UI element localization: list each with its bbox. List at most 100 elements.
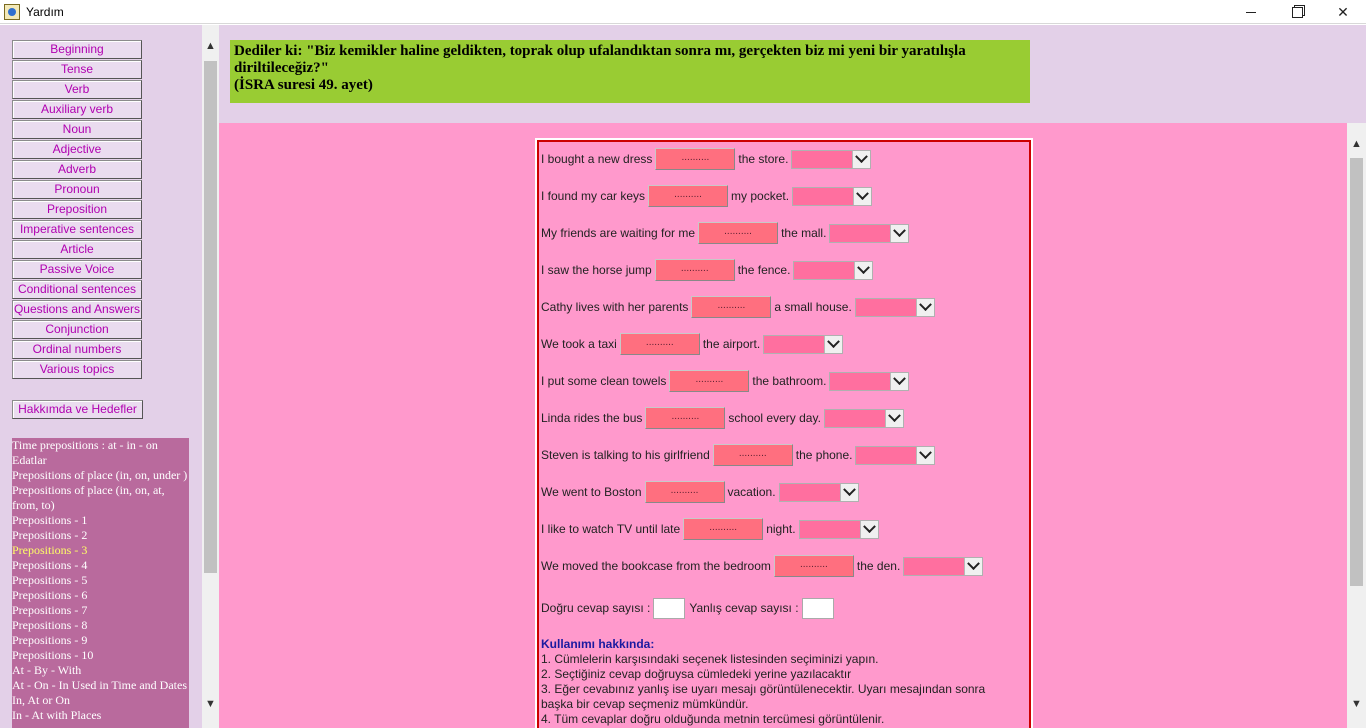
topic-link[interactable]: In - At with Places [12, 708, 189, 723]
nav-scrollbar[interactable]: ▲ ▼ [202, 25, 219, 728]
topic-link[interactable]: Prepositions - 7 [12, 603, 189, 618]
verse-reference: (İSRA suresi 49. ayet) [234, 77, 373, 93]
chevron-up-icon[interactable]: ▲ [1348, 135, 1365, 152]
topic-link[interactable]: Edatlar [12, 453, 189, 468]
chevron-down-icon[interactable] [824, 335, 843, 353]
preposition-select[interactable] [763, 334, 844, 354]
preposition-select[interactable] [793, 260, 874, 280]
topic-link[interactable]: At - On - In Used in Time and Dates [12, 678, 189, 693]
content-scrollbar[interactable]: ▲ ▼ [1347, 123, 1366, 728]
topic-link[interactable]: Prepositions - 9 [12, 633, 189, 648]
answer-blank: .......... [691, 296, 772, 318]
close-button[interactable] [1320, 0, 1366, 24]
chevron-down-icon[interactable] [853, 187, 872, 205]
exercise-area: Doğru cevap sayısı : Yanlış cevap sayısı… [219, 123, 1347, 728]
nav-button[interactable]: Conditional sentences [12, 280, 142, 299]
preposition-select[interactable] [792, 186, 873, 206]
nav-button[interactable]: Auxiliary verb [12, 100, 142, 119]
preposition-select[interactable] [854, 297, 935, 317]
preposition-select[interactable] [903, 556, 984, 576]
topic-link[interactable]: Time prepositions : at - in - on [12, 438, 189, 453]
topic-link[interactable]: Prepositions of place (in, on, at, from,… [12, 483, 189, 513]
help-line: 2. Seçtiğiniz cevap doğruysa cümledeki y… [541, 667, 852, 681]
verse-box: Dediler ki: "Biz kemikler haline geldikt… [230, 40, 1030, 103]
correct-count-label: Doğru cevap sayısı : [541, 601, 651, 615]
topic-link[interactable]: Prepositions - 3 [12, 543, 189, 558]
answer-blank: .......... [669, 370, 750, 392]
sentence-row: Steven is talking to his girlfriend.....… [541, 443, 936, 467]
topic-link[interactable]: Prepositions of place (in, on, under ) [12, 468, 189, 483]
sentence-end: the mall. [781, 226, 827, 240]
chevron-down-icon[interactable] [884, 409, 903, 427]
preposition-select[interactable] [823, 408, 904, 428]
nav-button[interactable]: Pronoun [12, 180, 142, 199]
preposition-select[interactable] [791, 149, 872, 169]
nav-button[interactable]: Imperative sentences [12, 220, 142, 239]
nav-button[interactable]: Ordinal numbers [12, 340, 142, 359]
preposition-select[interactable] [829, 223, 910, 243]
minimize-button[interactable] [1228, 0, 1274, 24]
nav-button[interactable]: Passive Voice [12, 260, 142, 279]
nav-button[interactable]: Adverb [12, 160, 142, 179]
chevron-up-icon[interactable]: ▲ [202, 37, 219, 54]
nav-button[interactable]: Verb [12, 80, 142, 99]
nav-button[interactable]: Questions and Answers [12, 300, 142, 319]
topic-link[interactable]: In, At or On [12, 693, 189, 708]
topic-link[interactable]: Prepositions - 5 [12, 573, 189, 588]
preposition-select[interactable] [855, 445, 936, 465]
answer-blank: .......... [648, 185, 729, 207]
chevron-down-icon[interactable] [859, 520, 878, 538]
sentence-row: I put some clean towels.......... the bat… [541, 369, 910, 393]
sentence-end: a small house. [774, 300, 852, 314]
nav-button[interactable]: Preposition [12, 200, 142, 219]
chevron-down-icon[interactable] [915, 298, 934, 316]
topic-list: Time prepositions : at - in - on Edatlar P… [12, 438, 189, 728]
content-scroll-thumb[interactable] [1350, 158, 1363, 586]
sentence-start: Steven is talking to his girlfriend [541, 448, 710, 462]
nav-button[interactable]: Various topics [12, 360, 142, 379]
chevron-down-icon[interactable] [916, 446, 935, 464]
preposition-select[interactable] [829, 371, 910, 391]
chevron-down-icon[interactable] [839, 483, 858, 501]
chevron-down-icon[interactable]: ▼ [202, 695, 219, 712]
sentence-row: We went to Boston.......... vacation. [541, 480, 859, 504]
chevron-down-icon[interactable] [854, 261, 873, 279]
topic-link[interactable]: Prepositions - 8 [12, 618, 189, 633]
answer-blank: .......... [619, 333, 700, 355]
navigation-pane: Beginning Tense Verb Auxiliary verb Noun Adje… [0, 25, 202, 728]
sentence-start: We moved the bookcase from the bedroom [541, 559, 771, 573]
nav-button[interactable]: Noun [12, 120, 142, 139]
chevron-down-icon[interactable] [890, 372, 909, 390]
nav-button[interactable]: Tense [12, 60, 142, 79]
preposition-select[interactable] [778, 482, 859, 502]
sentence-row: Linda rides the bus.......... school ever… [541, 406, 904, 430]
chevron-down-icon[interactable] [852, 150, 871, 168]
topic-link[interactable]: Prepositions - 1 [12, 513, 189, 528]
help-text: 1. Cümlelerin karşısındaki seçenek liste… [541, 652, 1011, 727]
nav-button[interactable]: Beginning [12, 40, 142, 59]
nav-button[interactable]: Article [12, 240, 142, 259]
answer-blank: .......... [712, 444, 793, 466]
sentence-end: night. [766, 522, 796, 536]
sentence-row: I bought a new dress.......... the store. [541, 147, 872, 171]
nav-scroll-thumb[interactable] [204, 61, 217, 573]
chevron-down-icon[interactable]: ▼ [1348, 695, 1365, 712]
nav-button[interactable]: Adjective [12, 140, 142, 159]
topic-link[interactable]: At - By - With [12, 663, 189, 678]
chevron-down-icon[interactable] [890, 224, 909, 242]
topic-link[interactable]: Prepositions - 6 [12, 588, 189, 603]
sentence-row: I saw the horse jump.......... the fence. [541, 258, 874, 282]
preposition-select[interactable] [798, 519, 879, 539]
topic-link[interactable]: Prepositions - 2 [12, 528, 189, 543]
nav-button[interactable]: Conjunction [12, 320, 142, 339]
title-bar: Yardım [0, 0, 1366, 24]
sentence-row: We took a taxi.......... the airport. [541, 332, 844, 356]
help-title: Kullanımı hakkında: [541, 637, 655, 651]
topic-link[interactable]: Prepositions - 4 [12, 558, 189, 573]
answer-blank: .......... [655, 148, 736, 170]
topic-link[interactable]: Prepositions - 10 [12, 648, 189, 663]
sentence-end: my pocket. [731, 189, 790, 203]
maximize-button[interactable] [1274, 0, 1320, 24]
chevron-down-icon[interactable] [964, 557, 983, 575]
about-button[interactable]: Hakkımda ve Hedefler [12, 400, 143, 419]
